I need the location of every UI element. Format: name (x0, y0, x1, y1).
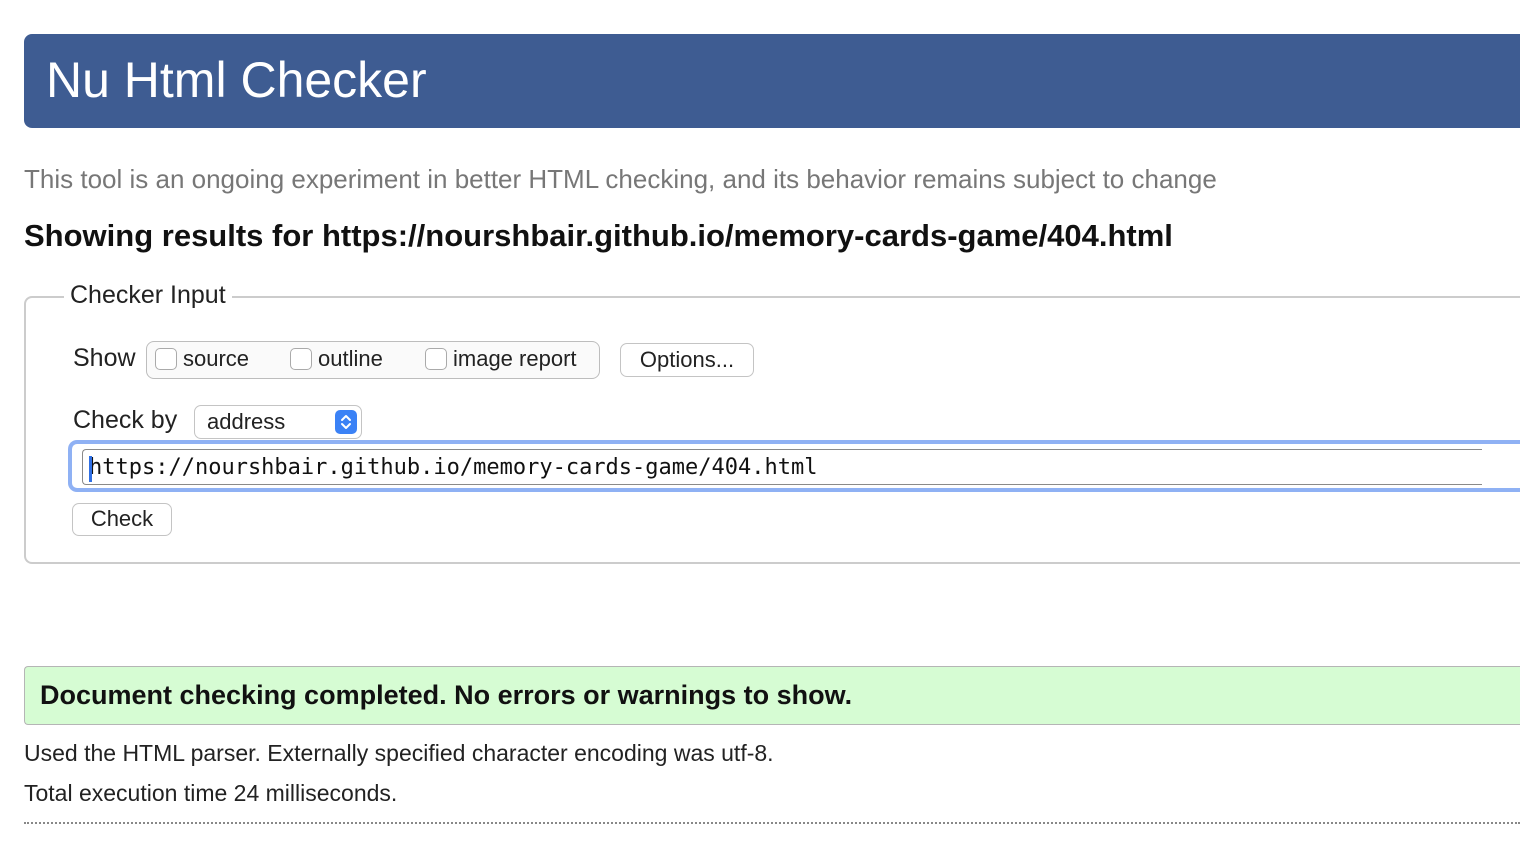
checker-input-legend: Checker Input (64, 281, 232, 310)
image-report-checkbox[interactable] (425, 348, 447, 370)
check-button[interactable]: Check (72, 503, 172, 536)
url-input[interactable] (82, 449, 1482, 485)
url-input-focus-ring (68, 440, 1520, 492)
page-title: Nu Html Checker (46, 52, 427, 108)
success-banner: Document checking completed. No errors o… (24, 666, 1520, 725)
show-options-group: source outline image report (146, 341, 600, 379)
updown-chevron-svg (341, 415, 351, 429)
options-button[interactable]: Options... (620, 343, 754, 377)
source-checkbox-label[interactable]: source (183, 346, 249, 372)
show-label: Show (73, 344, 136, 372)
parser-info: Used the HTML parser. Externally specifi… (24, 740, 774, 766)
check-by-select-value: address (207, 409, 286, 434)
check-by-label: Check by (73, 406, 178, 434)
execution-time: Total execution time 24 milliseconds. (24, 780, 398, 806)
success-message: Document checking completed. No errors o… (40, 680, 853, 710)
text-caret (89, 456, 92, 482)
outline-checkbox-label[interactable]: outline (318, 346, 383, 372)
check-by-select[interactable]: address (194, 405, 362, 439)
outline-checkbox[interactable] (290, 348, 312, 370)
updown-chevron-icon (335, 410, 357, 434)
tagline: This tool is an ongoing experiment in be… (24, 164, 1217, 194)
dotted-divider (24, 822, 1520, 824)
image-report-checkbox-label[interactable]: image report (453, 346, 577, 372)
header-banner: Nu Html Checker (24, 34, 1520, 128)
source-checkbox[interactable] (155, 348, 177, 370)
results-heading: Showing results for https://nourshbair.g… (24, 218, 1173, 253)
